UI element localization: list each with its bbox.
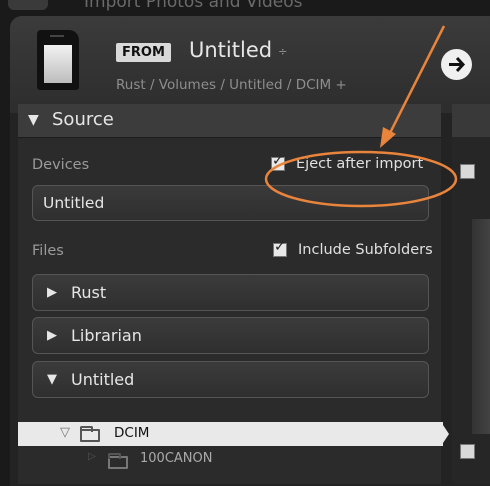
- annotation-arrow-line: [387, 25, 446, 136]
- annotation-arrowhead: [380, 127, 396, 148]
- highlight-ellipse: [264, 150, 458, 208]
- annotation-overlay: [264, 25, 458, 208]
